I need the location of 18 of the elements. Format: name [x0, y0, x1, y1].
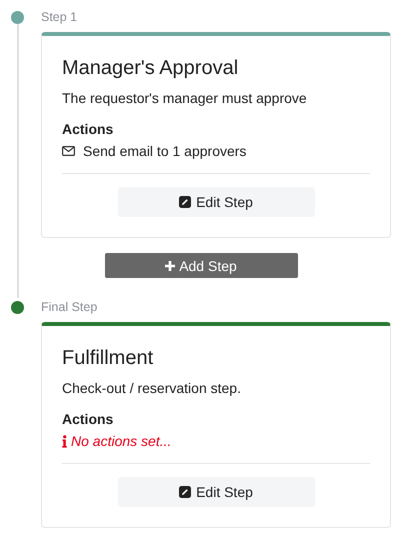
action-text: Send email to 1 approvers: [83, 142, 246, 160]
actions-heading: Actions: [62, 120, 114, 138]
envelope-icon: [62, 146, 75, 156]
plus-icon: [165, 260, 176, 270]
edit-icon: [179, 486, 192, 498]
step-label: Final Step: [41, 299, 98, 316]
action-text: No actions set...: [71, 432, 172, 450]
step-label: Step 1: [41, 9, 78, 26]
edit-step-button[interactable]: Edit Step: [118, 187, 314, 217]
step-title: Fulfillment: [62, 346, 154, 371]
info-icon: [62, 434, 67, 448]
actions-heading: Actions: [62, 410, 114, 428]
step-description: The requestor's manager must approve: [62, 89, 308, 107]
edit-icon: [179, 196, 192, 208]
step-description: Check-out / reservation step.: [62, 379, 242, 397]
edit-step-button[interactable]: Edit Step: [118, 477, 314, 507]
step-title: Manager's Approval: [62, 56, 240, 81]
add-step-button[interactable]: Add Step: [104, 253, 298, 278]
